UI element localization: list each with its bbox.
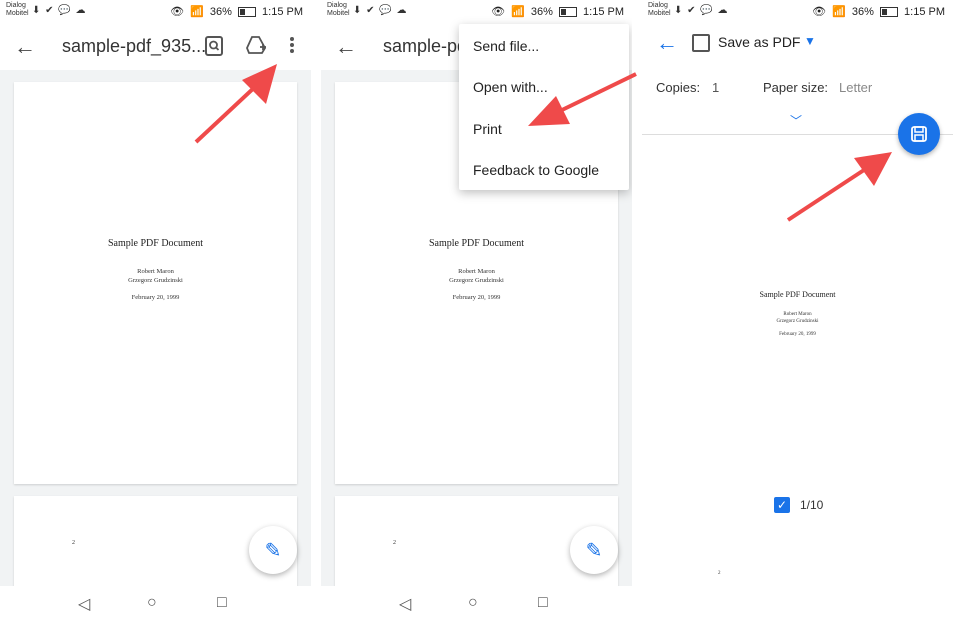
- doc-author2: Grzegorz Grudzinski: [449, 277, 504, 284]
- menu-item-print[interactable]: Print: [473, 121, 502, 137]
- nav-back-icon[interactable]: ◁: [78, 594, 90, 614]
- doc-authors: Robert Maron Grzegorz Grudzinski: [642, 311, 953, 325]
- paper-size-label: Paper size:: [763, 80, 829, 95]
- eye-icon: 👁: [170, 6, 185, 18]
- nav-recents-icon[interactable]: □: [217, 594, 227, 612]
- battery-percent: 36%: [851, 6, 874, 18]
- add-to-drive-icon[interactable]: [246, 36, 267, 59]
- status-bar: Dialog Mobitel ⬇ ✔ 💬 ☁ 👁 📶 36% 1:15 PM: [321, 0, 632, 24]
- doc-author1: Robert Maron: [458, 268, 495, 275]
- carrier-line1: Dialog: [327, 2, 347, 9]
- doc-author2: Grzegorz Grudzinski: [776, 319, 819, 324]
- nav-recents-icon[interactable]: □: [538, 594, 548, 612]
- edit-fab[interactable]: ✎: [570, 526, 618, 574]
- more-vert-icon[interactable]: [289, 36, 295, 59]
- back-arrow-icon[interactable]: ←: [14, 34, 36, 60]
- doc-author2: Grzegorz Grudzinski: [128, 277, 183, 284]
- carrier-line1: Dialog: [6, 2, 26, 9]
- pencil-icon: ✎: [585, 539, 603, 562]
- status-right: 👁 📶 36% 1:15 PM: [167, 5, 303, 18]
- paper-size-select[interactable]: Letter: [839, 80, 872, 95]
- status-bar: Dialog Mobitel ⬇ ✔ 💬 ☁ 👁 📶 36% 1:15 PM: [642, 0, 953, 24]
- carrier-label: Dialog Mobitel: [6, 2, 29, 18]
- doc-date: February 20, 1999: [452, 294, 501, 301]
- pencil-icon: ✎: [264, 539, 282, 562]
- pdf-page-1: Sample PDF Document Robert Maron Grzegor…: [14, 82, 297, 484]
- doc-title: Sample PDF Document: [108, 238, 203, 249]
- doc-author1: Robert Maron: [137, 268, 174, 275]
- doc-title: Sample PDF Document: [759, 290, 836, 299]
- edit-fab[interactable]: ✎: [249, 526, 297, 574]
- app-bar: ← sample-pdf_935...: [0, 24, 311, 70]
- eye-icon: 👁: [491, 6, 506, 18]
- page-number: 2: [718, 571, 721, 576]
- notification-icons: ⬇ ✔ 💬 ☁: [32, 5, 87, 16]
- find-in-page-icon[interactable]: [205, 36, 223, 61]
- doc-title: Sample PDF Document: [429, 238, 524, 249]
- copies-label: Copies:: [656, 80, 701, 95]
- eye-icon: 👁: [812, 6, 827, 18]
- carrier-line2: Mobitel: [648, 10, 671, 17]
- signal-icon: 📶: [832, 6, 846, 18]
- nav-back-icon[interactable]: ◁: [399, 594, 411, 614]
- preview-page: Sample PDF Document Robert Maron Grzegor…: [642, 135, 953, 586]
- viewer-panel: Dialog Mobitel ⬇ ✔ 💬 ☁ 👁 📶 36% 1:15 PM ←…: [0, 0, 311, 622]
- signal-icon: 📶: [190, 6, 204, 18]
- battery-icon: [237, 7, 256, 18]
- printer-select[interactable]: Save as PDF: [718, 34, 800, 50]
- print-preview: Sample PDF Document Robert Maron Grzegor…: [642, 135, 953, 586]
- doc-date: February 20, 1999: [131, 294, 180, 301]
- doc-author1: Robert Maron: [783, 312, 812, 317]
- status-right: 👁 📶 36% 1:15 PM: [488, 5, 624, 18]
- save-pdf-icon: [911, 126, 927, 142]
- page-number: 2: [393, 540, 396, 546]
- battery-icon: [558, 7, 577, 18]
- menu-panel: Dialog Mobitel ⬇ ✔ 💬 ☁ 👁 📶 36% 1:15 PM ←…: [321, 0, 632, 622]
- carrier-label: Dialog Mobitel: [648, 2, 671, 18]
- doc-authors: Robert Maron Grzegorz Grudzinski: [335, 267, 618, 285]
- nav-home-icon[interactable]: ○: [147, 594, 157, 612]
- dropdown-caret-icon[interactable]: ▼: [804, 34, 816, 48]
- signal-icon: 📶: [511, 6, 525, 18]
- document-area[interactable]: Sample PDF Document Robert Maron Grzegor…: [0, 70, 311, 616]
- file-title: sample-pdf_935...: [62, 36, 207, 56]
- notification-icons: ⬇ ✔ 💬 ☁: [674, 5, 729, 16]
- overflow-menu: Send file... Open with... Print Feedback…: [459, 24, 629, 190]
- status-time: 1:15 PM: [583, 6, 624, 18]
- expand-chevron-icon[interactable]: ﹀: [790, 112, 802, 129]
- doc-authors: Robert Maron Grzegorz Grudzinski: [14, 267, 297, 285]
- status-bar: Dialog Mobitel ⬇ ✔ 💬 ☁ 👁 📶 36% 1:15 PM: [0, 0, 311, 24]
- save-icon: [692, 34, 710, 52]
- carrier-label: Dialog Mobitel: [327, 2, 350, 18]
- page-count: 1/10: [800, 498, 824, 512]
- status-right: 👁 📶 36% 1:15 PM: [809, 5, 945, 18]
- copies-input[interactable]: 1: [712, 80, 719, 95]
- back-arrow-icon[interactable]: ←: [335, 34, 357, 60]
- nav-bar: ◁ ○ □: [0, 586, 311, 622]
- carrier-line2: Mobitel: [327, 10, 350, 17]
- menu-item-feedback[interactable]: Feedback to Google: [473, 162, 599, 178]
- menu-item-send-file[interactable]: Send file...: [473, 38, 539, 54]
- status-time: 1:15 PM: [262, 6, 303, 18]
- battery-percent: 36%: [209, 6, 232, 18]
- nav-bar: ◁ ○ □: [321, 586, 632, 622]
- carrier-line2: Mobitel: [6, 10, 29, 17]
- back-arrow-icon[interactable]: ←: [656, 30, 678, 56]
- carrier-line1: Dialog: [648, 2, 668, 9]
- print-panel: Dialog Mobitel ⬇ ✔ 💬 ☁ 👁 📶 36% 1:15 PM ←…: [642, 0, 953, 622]
- status-time: 1:15 PM: [904, 6, 945, 18]
- battery-percent: 36%: [530, 6, 553, 18]
- menu-item-open-with[interactable]: Open with...: [473, 79, 548, 95]
- page-select-checkbox[interactable]: ✓: [774, 497, 790, 513]
- battery-icon: [879, 7, 898, 18]
- doc-date: February 20, 1999: [779, 332, 816, 337]
- page-number: 2: [72, 540, 75, 546]
- notification-icons: ⬇ ✔ 💬 ☁: [353, 5, 408, 16]
- nav-home-icon[interactable]: ○: [468, 594, 478, 612]
- download-pdf-button[interactable]: [898, 113, 940, 155]
